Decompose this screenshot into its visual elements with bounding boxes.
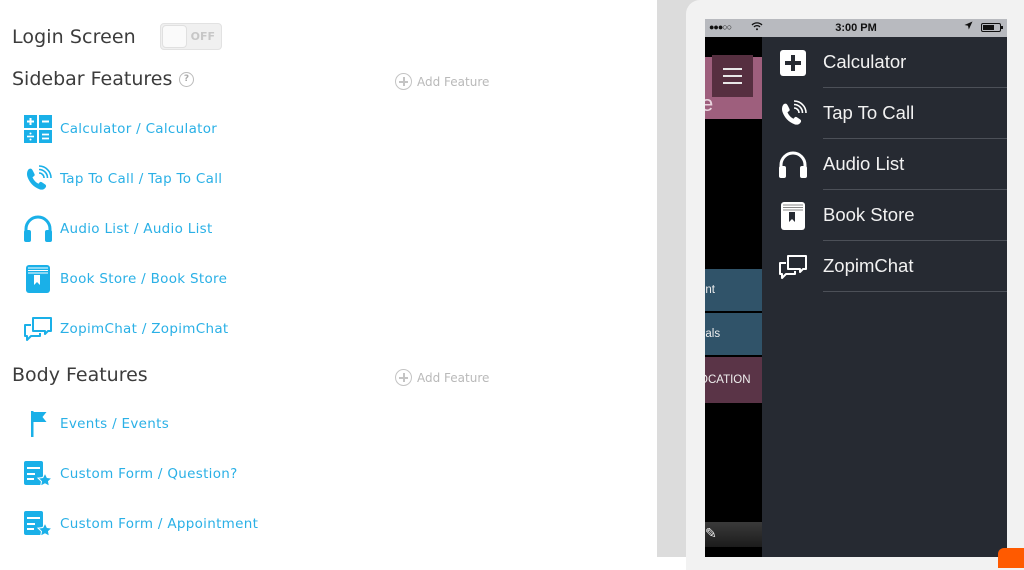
login-screen-row: Login Screen (12, 22, 136, 52)
drawer-item-label: Calculator (823, 51, 907, 72)
home-tile[interactable]: OCATION (705, 357, 762, 403)
feature-label: Book Store / Book Store (60, 271, 228, 287)
headphones-icon (778, 150, 808, 180)
sidebar-add-feature-button[interactable]: Add Feature (395, 73, 489, 90)
question-circle-icon[interactable]: ? (179, 72, 194, 87)
sidebar-drawer: Calculator Tap To Call Audio List Book S… (762, 37, 1007, 557)
feature-label: Events / Events (60, 416, 170, 432)
location-arrow-icon (964, 21, 973, 33)
battery-icon (981, 23, 1003, 32)
plus-square-icon (778, 48, 808, 78)
drawer-item-zopimchat[interactable]: ZopimChat (762, 241, 1007, 292)
login-screen-toggle[interactable]: OFF (160, 23, 222, 50)
hamburger-menu-button[interactable] (712, 55, 753, 97)
sidebar-feature-audio-list[interactable]: Audio List / Audio List (22, 212, 213, 246)
feature-label: Calculator / Calculator (60, 121, 218, 137)
phone-call-icon (22, 163, 54, 195)
feature-label: ZopimChat / ZopimChat (60, 321, 229, 337)
body-feature-custom-form-question[interactable]: Custom Form / Question? (22, 457, 238, 491)
divider (823, 291, 1007, 292)
status-time: 3:00 PM (835, 22, 877, 34)
toggle-knob (162, 25, 187, 48)
feature-label: Custom Form / Question? (60, 466, 238, 482)
sidebar-feature-calculator[interactable]: Calculator / Calculator (22, 112, 217, 146)
add-feature-label: Add Feature (417, 74, 490, 89)
add-circle-icon (395, 73, 412, 90)
drawer-item-audio-list[interactable]: Audio List (762, 139, 1007, 190)
flag-icon (22, 408, 54, 440)
phone-screen: ●●●○○ 3:00 PM e ent nals OCATION ✎ Page … (705, 19, 1007, 557)
home-tile[interactable]: ent (705, 269, 762, 311)
body-feature-custom-form-appointment[interactable]: Custom Form / Appointment (22, 507, 258, 541)
headphones-icon (22, 213, 54, 245)
drawer-item-label: Book Store (823, 204, 915, 225)
help-chat-button[interactable] (998, 548, 1024, 568)
drawer-item-label: ZopimChat (823, 255, 914, 276)
body-feature-events[interactable]: Events / Events (22, 407, 169, 441)
drawer-item-tap-to-call[interactable]: Tap To Call (762, 88, 1007, 139)
feature-label: Custom Form / Appointment (60, 516, 259, 532)
feature-label: Audio List / Audio List (60, 221, 213, 237)
book-icon (22, 263, 54, 295)
login-screen-label: Login Screen (12, 26, 136, 48)
sidebar-feature-tap-to-call[interactable]: Tap To Call / Tap To Call (22, 162, 222, 196)
body-features-title: Body Features (12, 364, 148, 386)
add-circle-icon (395, 369, 412, 386)
phone-call-icon (778, 99, 808, 129)
drawer-item-book-store[interactable]: Book Store (762, 190, 1007, 241)
toggle-state: OFF (190, 30, 215, 43)
form-star-icon (22, 508, 54, 540)
app-content-behind: e ent nals OCATION ✎ Page (705, 37, 762, 557)
calculator-icon (22, 113, 54, 145)
feature-label: Tap To Call / Tap To Call (60, 171, 223, 187)
drawer-item-calculator[interactable]: Calculator (762, 37, 1007, 88)
status-bar: ●●●○○ 3:00 PM (705, 19, 1007, 37)
sidebar-feature-book-store[interactable]: Book Store / Book Store (22, 262, 227, 296)
add-feature-label: Add Feature (417, 370, 490, 385)
drawer-item-label: Tap To Call (823, 102, 915, 123)
editor-panel: Login Screen OFF Sidebar Features ? Add … (0, 0, 657, 557)
book-icon (778, 201, 808, 231)
tab-icon: ✎ (705, 526, 717, 542)
body-add-feature-button[interactable]: Add Feature (395, 369, 489, 386)
chat-bubbles-icon (22, 313, 54, 345)
sidebar-feature-zopimchat[interactable]: ZopimChat / ZopimChat (22, 312, 228, 346)
chat-bubbles-icon (778, 252, 808, 282)
home-tile[interactable]: nals (705, 313, 762, 355)
sidebar-features-title: Sidebar Features (12, 68, 173, 90)
form-star-icon (22, 458, 54, 490)
drawer-item-label: Audio List (823, 153, 905, 174)
